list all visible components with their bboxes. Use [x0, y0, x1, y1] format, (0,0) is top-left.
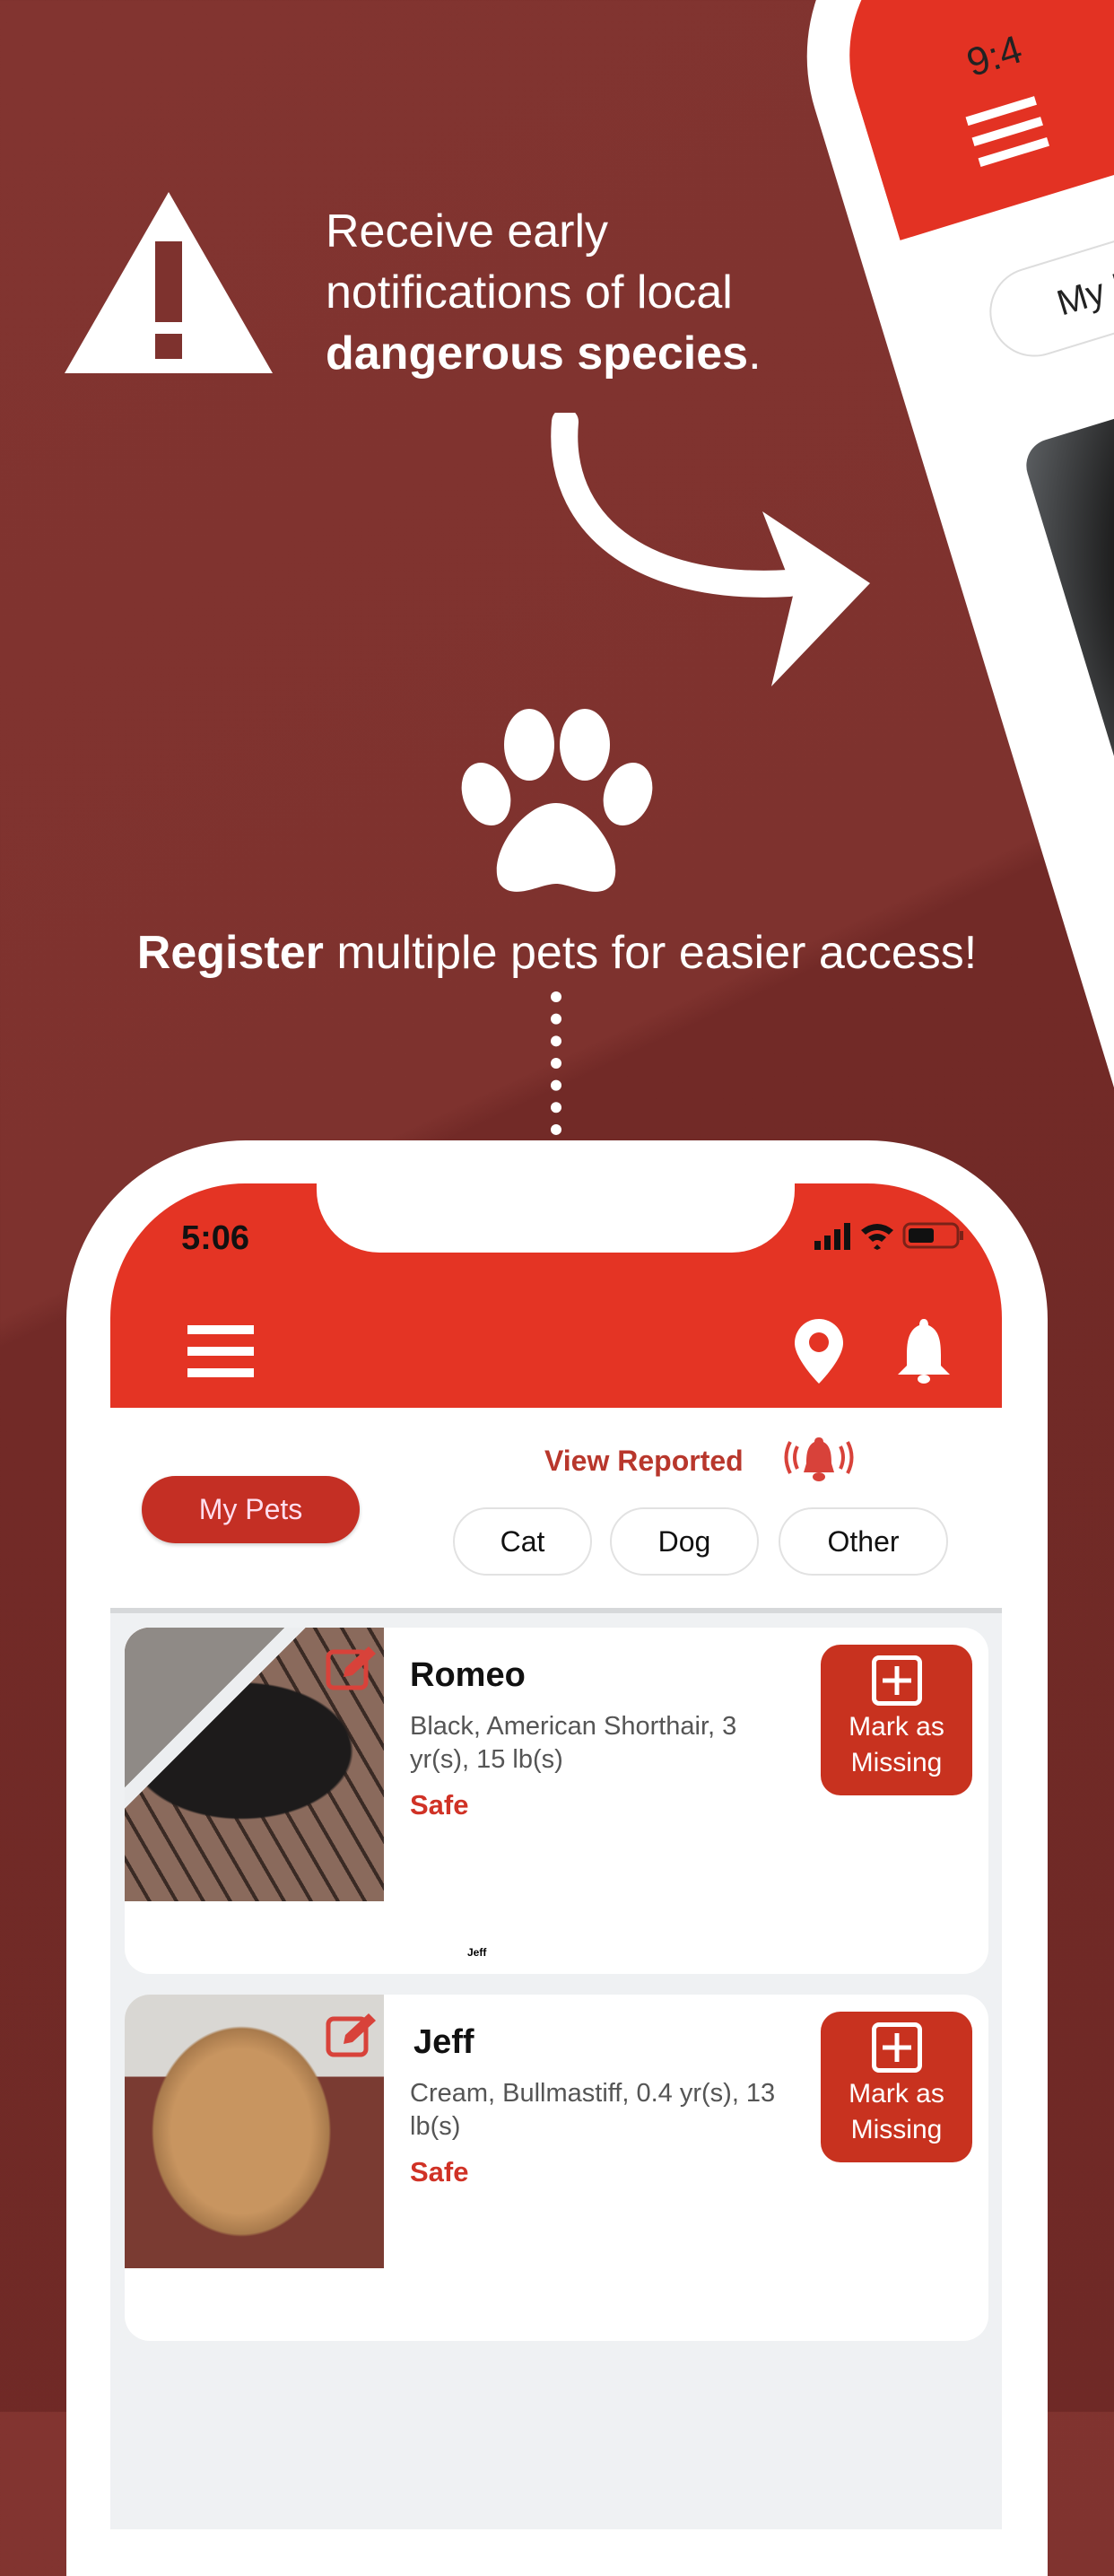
phone-notch — [317, 1183, 795, 1253]
pet-card[interactable]: Jeff Cream, Bullmastiff, 0.4 yr(s), 13 l… — [125, 1995, 988, 2341]
pet-caption: Jeff — [467, 1946, 487, 1959]
register-promo-text: Register multiple pets for easier access… — [0, 922, 1114, 983]
other-filter[interactable]: Other — [779, 1507, 948, 1576]
plus-icon — [871, 2022, 922, 2073]
plus-icon — [871, 1655, 922, 1706]
phone-mockup: 5:06 View Reported My Pets Cat Dog Other — [66, 1140, 1048, 2576]
pet-photo — [1019, 211, 1114, 1220]
app-header: 9:4 — [815, 0, 1114, 240]
menu-button[interactable] — [187, 1325, 254, 1390]
dog-filter[interactable]: Dog — [610, 1507, 759, 1576]
my-pets-filter: My Pets — [978, 203, 1114, 368]
button-label: Mark as Missing — [849, 1712, 944, 1777]
pet-description: Cream, Bullmastiff, 0.4 yr(s), 13 lb(s) — [410, 2079, 776, 2141]
pet-card[interactable]: Romeo Black, American Shorthair, 3 yr(s)… — [125, 1628, 988, 1974]
edit-icon[interactable] — [326, 1645, 379, 1691]
promo-line: Receive early — [326, 205, 609, 258]
mark-as-missing-button[interactable]: Mark as Missing — [821, 2012, 972, 2162]
promo-bold: Register — [136, 927, 324, 979]
menu-icon — [965, 96, 1054, 179]
pet-list: Romeo Black, American Shorthair, 3 yr(s)… — [110, 1608, 1002, 2529]
promo-bold: dangerous species — [326, 327, 749, 380]
edit-icon[interactable] — [326, 2012, 379, 2058]
promo-line: multiple pets for easier access! — [323, 927, 978, 979]
bell-icon[interactable] — [896, 1319, 952, 1384]
location-pin-icon[interactable] — [795, 1319, 843, 1384]
pet-description: Black, American Shorthair, 3 yr(s), 15 l… — [410, 1712, 737, 1774]
status-time: 5:06 — [181, 1219, 250, 1257]
curved-arrow-icon — [551, 413, 870, 686]
pet-status: Safe — [410, 1789, 469, 1821]
paw-icon — [461, 709, 653, 892]
promo-line: . — [748, 327, 762, 380]
status-time: 9:4 — [962, 27, 1028, 86]
alarm-bell-icon[interactable] — [774, 1433, 864, 1482]
dotted-connector — [551, 991, 561, 1135]
mark-as-missing-button[interactable]: Mark as Missing — [821, 1645, 972, 1795]
cat-filter[interactable]: Cat — [453, 1507, 592, 1576]
my-pets-filter[interactable]: My Pets — [142, 1476, 360, 1543]
pet-name: Jeff — [413, 2023, 474, 2061]
view-reported-link[interactable]: View Reported — [544, 1445, 744, 1478]
danger-promo-text: Receive early notifications of local dan… — [326, 201, 762, 384]
app-header: 5:06 — [110, 1183, 1002, 1408]
promo-line: notifications of local — [326, 266, 733, 319]
button-label: Mark as Missing — [849, 2079, 944, 2144]
pet-name: Romeo — [410, 1656, 526, 1694]
warning-icon — [65, 192, 273, 373]
status-icons — [814, 1222, 963, 1250]
pet-status: Safe — [410, 2156, 469, 2187]
